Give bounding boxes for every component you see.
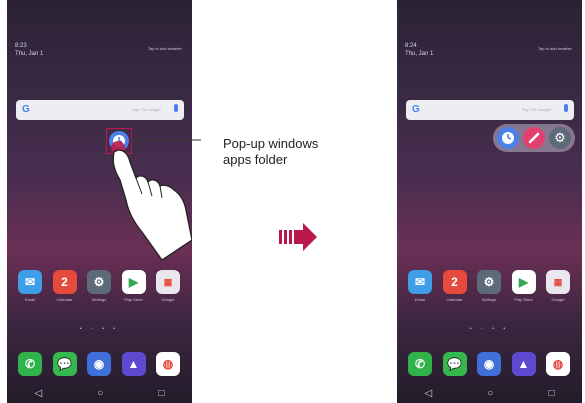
app-row: ✉ Email 2 Calendar ⚙ Settings ▶ Play Sto…: [16, 270, 182, 302]
messages-app-icon[interactable]: 💬: [441, 352, 469, 376]
app-play-store[interactable]: ▶ Play Store: [120, 270, 148, 302]
google-folder-icon: ▦: [546, 270, 570, 294]
camera-app-icon[interactable]: ◉: [85, 352, 113, 376]
recents-button[interactable]: □: [158, 388, 164, 399]
mic-icon[interactable]: [174, 104, 178, 112]
gallery-app-icon[interactable]: ▲: [120, 352, 148, 376]
play-store-icon: ▶: [511, 270, 536, 294]
phone-screen-after: 8:24 Thu, Jan 1 Tap to add weather G Say…: [397, 0, 582, 403]
app-row: ✉ Email 2 Calendar ⚙ Settings ▶ Play Sto…: [406, 270, 572, 302]
messages-app-icon[interactable]: 💬: [51, 352, 79, 376]
gear-icon: ⚙: [87, 270, 111, 294]
app-settings[interactable]: ⚙ Settings: [475, 270, 503, 302]
chrome-app-icon[interactable]: ◍: [544, 352, 572, 376]
dock: ✆ 💬 ◉ ▲ ◍: [16, 352, 182, 376]
google-logo-icon: G: [412, 104, 420, 115]
mic-icon[interactable]: [564, 104, 568, 112]
callout-leader-line: [131, 139, 201, 141]
home-button[interactable]: ○: [97, 388, 103, 399]
back-button[interactable]: ◁: [425, 388, 433, 399]
email-icon: ✉: [408, 270, 432, 294]
app-google-folder[interactable]: ▦ Google: [544, 270, 572, 302]
phone-app-icon[interactable]: ✆: [406, 352, 434, 376]
app-settings[interactable]: ⚙ Settings: [85, 270, 113, 302]
app-email[interactable]: ✉ Email: [406, 270, 434, 302]
search-placeholder: Say "Ok Google": [132, 107, 162, 112]
google-folder-icon: ▦: [156, 270, 180, 294]
play-store-icon: ▶: [121, 270, 146, 294]
email-icon: ✉: [18, 270, 42, 294]
phone-screen-before: 8:23 Thu, Jan 1 Tap to add weather G Say…: [7, 0, 192, 403]
app-play-store[interactable]: ▶ Play Store: [510, 270, 538, 302]
dock: ✆ 💬 ◉ ▲ ◍: [406, 352, 572, 376]
clock-app-button[interactable]: [497, 127, 519, 149]
clock-widget[interactable]: 8:24 Thu, Jan 1: [405, 42, 433, 58]
gallery-app-icon[interactable]: ▲: [510, 352, 538, 376]
date-text: Thu, Jan 1: [405, 51, 434, 57]
recents-button[interactable]: □: [548, 388, 554, 399]
gear-icon: ⚙: [554, 130, 566, 145]
date-text: Thu, Jan 1: [15, 51, 44, 57]
google-logo-icon: G: [22, 104, 30, 115]
weather-hint[interactable]: Tap to add weather: [148, 46, 182, 51]
home-button[interactable]: ○: [487, 388, 493, 399]
navigation-bar: ◁ ○ □: [7, 388, 192, 399]
page-indicator: • ◦ • •: [469, 326, 510, 332]
calendar-icon: 2: [52, 270, 77, 294]
pen-icon: [528, 132, 540, 144]
phone-app-icon[interactable]: ✆: [16, 352, 44, 376]
gear-app-button[interactable]: ⚙: [549, 127, 571, 149]
right-arrow-icon: [279, 223, 317, 251]
search-placeholder: Say "Ok Google": [522, 107, 552, 112]
app-calendar[interactable]: 2 Calendar: [441, 270, 469, 302]
chrome-app-icon[interactable]: ◍: [154, 352, 182, 376]
clock-widget[interactable]: 8:23 Thu, Jan 1: [15, 42, 43, 58]
tapping-hand-illustration: [111, 141, 192, 261]
google-search-bar[interactable]: G Say "Ok Google": [406, 100, 574, 120]
callout-label: Pop-up windows apps folder: [223, 136, 319, 167]
weather-hint[interactable]: Tap to add weather: [538, 46, 572, 51]
app-email[interactable]: ✉ Email: [16, 270, 44, 302]
page-indicator: • ◦ • •: [79, 326, 120, 332]
popup-windows-folder-expanded: ⚙: [493, 124, 575, 152]
app-google-folder[interactable]: ▦ Google: [154, 270, 182, 302]
time-text: 8:24: [405, 43, 417, 49]
navigation-bar: ◁ ○ □: [397, 388, 582, 399]
calendar-icon: 2: [442, 270, 467, 294]
back-button[interactable]: ◁: [35, 388, 43, 399]
clock-icon: [502, 132, 514, 144]
pen-app-button[interactable]: [523, 127, 545, 149]
app-calendar[interactable]: 2 Calendar: [51, 270, 79, 302]
camera-app-icon[interactable]: ◉: [475, 352, 503, 376]
time-text: 8:23: [15, 43, 27, 49]
google-search-bar[interactable]: G Say "Ok Google": [16, 100, 184, 120]
gear-icon: ⚙: [477, 270, 501, 294]
